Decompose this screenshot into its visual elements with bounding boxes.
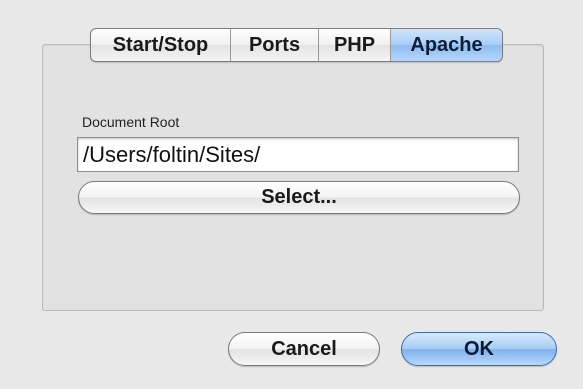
tab-start-stop[interactable]: Start/Stop <box>91 29 231 61</box>
cancel-button[interactable]: Cancel <box>228 332 380 366</box>
tab-ports[interactable]: Ports <box>231 29 319 61</box>
tab-php[interactable]: PHP <box>319 29 391 61</box>
tab-apache[interactable]: Apache <box>391 29 502 61</box>
select-button[interactable]: Select... <box>78 181 520 214</box>
tab-bar: Start/Stop Ports PHP Apache <box>90 28 503 62</box>
tab-panel <box>42 44 544 311</box>
document-root-label: Document Root <box>82 114 180 130</box>
ok-button[interactable]: OK <box>401 332 557 366</box>
document-root-field[interactable]: /Users/foltin/Sites/ <box>77 137 519 172</box>
preferences-window: Start/Stop Ports PHP Apache Document Roo… <box>0 0 583 389</box>
